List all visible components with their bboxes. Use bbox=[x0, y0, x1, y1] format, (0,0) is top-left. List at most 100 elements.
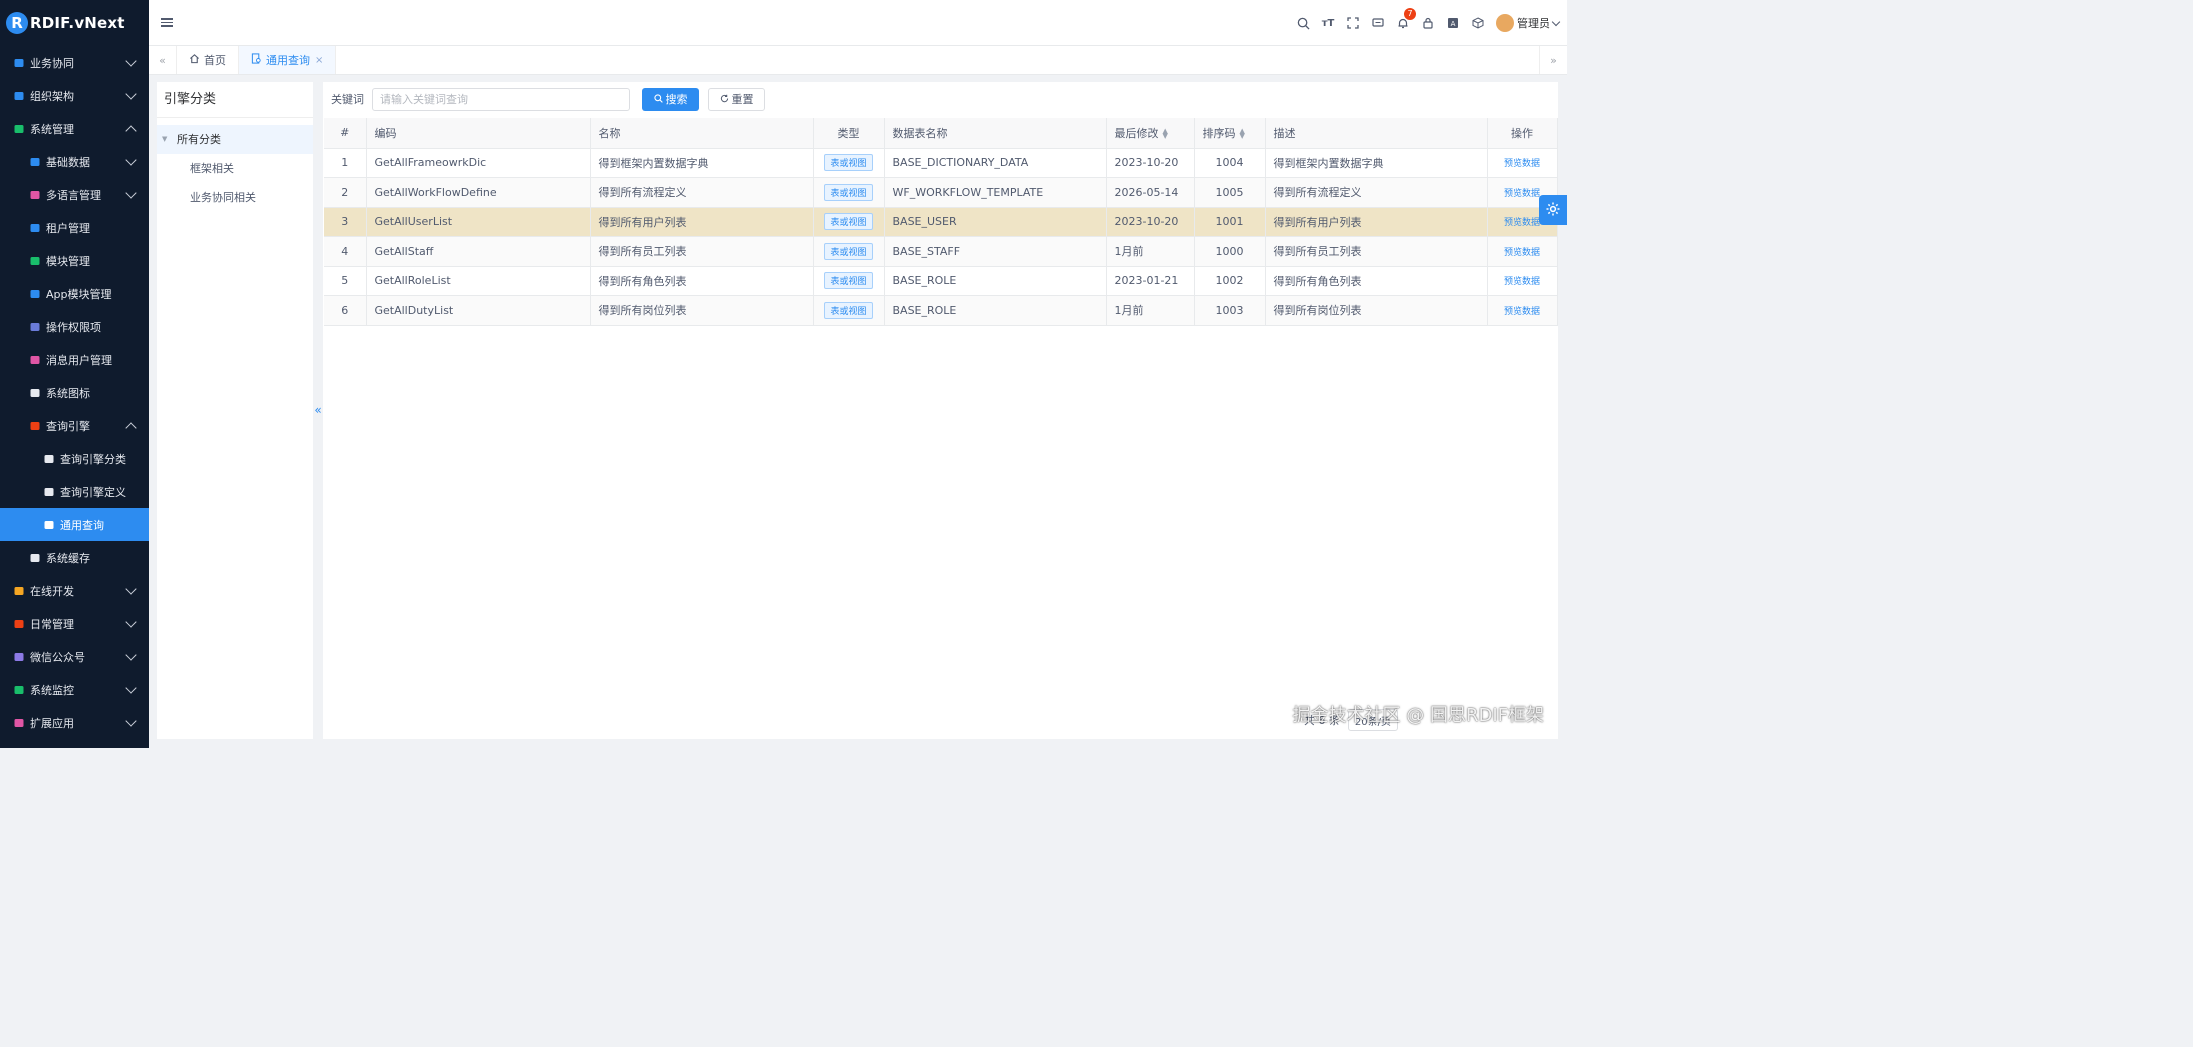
tree-node-business[interactable]: 业务协同相关 bbox=[157, 183, 313, 212]
sidebar-item-label: 系统管理 bbox=[30, 122, 74, 136]
sidebar-item[interactable]: 操作权限项 bbox=[0, 310, 149, 343]
cell-desc: 得到所有用户列表 bbox=[1265, 207, 1488, 237]
cell-table: BASE_DICTIONARY_DATA bbox=[884, 148, 1107, 178]
sidebar-item[interactable]: App模块管理 bbox=[0, 277, 149, 310]
cell-code: GetAllDutyList bbox=[366, 295, 591, 326]
cell-modified: 2023-10-20 bbox=[1106, 148, 1195, 178]
tabs-scroll-left-icon[interactable]: « bbox=[149, 46, 177, 74]
tenant-icon bbox=[28, 221, 41, 234]
search-icon[interactable] bbox=[1296, 16, 1310, 30]
sidebar-item[interactable]: 消息用户管理 bbox=[0, 343, 149, 376]
tree-node-all[interactable]: ▼ 所有分类 bbox=[157, 125, 313, 154]
sidebar-item[interactable]: 租户管理 bbox=[0, 211, 149, 244]
chevron-down-icon[interactable] bbox=[125, 714, 137, 727]
watermark-text: 掘金技术社区 @ 国思RDIF框架 bbox=[1292, 705, 1544, 726]
table-row[interactable]: 4 GetAllStaff 得到所有员工列表 表或视图 BASE_STAFF 1月前 100… bbox=[324, 236, 1558, 267]
sidebar-item[interactable]: 系统管理 bbox=[0, 112, 149, 145]
sidebar-item[interactable]: 系统监控 bbox=[0, 673, 149, 706]
sidebar-item-label: 组织架构 bbox=[30, 89, 74, 103]
cell-no: 3 bbox=[324, 207, 367, 237]
sidebar-item[interactable]: 查询引擎分类 bbox=[0, 442, 149, 475]
tab-home[interactable]: 首页 bbox=[177, 46, 239, 74]
tabs-bar: « 首页 通用查询 × » bbox=[149, 46, 1567, 75]
translate-icon[interactable]: A bbox=[1446, 16, 1460, 30]
app-logo[interactable]: R RDIF.vNext bbox=[0, 0, 149, 46]
preview-data-link[interactable]: 预览数据 bbox=[1504, 189, 1540, 199]
cell-name: 得到所有角色列表 bbox=[590, 266, 814, 296]
flask-icon bbox=[42, 485, 55, 498]
sidebar-item[interactable]: 日常管理 bbox=[0, 607, 149, 640]
sidebar-item[interactable]: 通用查询 bbox=[0, 508, 149, 541]
close-icon[interactable]: × bbox=[315, 55, 323, 66]
column-header-name: 名称 bbox=[590, 118, 814, 149]
table-row[interactable]: 1 GetAllFrameowrkDic 得到框架内置数据字典 表或视图 BASE_DI… bbox=[324, 148, 1558, 178]
sidebar-item[interactable]: 基础数据 bbox=[0, 145, 149, 178]
tree-node-framework[interactable]: 框架相关 bbox=[157, 154, 313, 183]
cube-icon[interactable] bbox=[1471, 16, 1485, 30]
sidebar-item-label: 微信公众号 bbox=[30, 650, 85, 664]
chevron-down-icon[interactable] bbox=[125, 681, 137, 694]
cell-desc: 得到所有岗位列表 bbox=[1265, 295, 1488, 326]
tab-general-query[interactable]: 通用查询 × bbox=[239, 46, 337, 74]
chevron-down-icon[interactable] bbox=[125, 87, 137, 100]
table-row[interactable]: 3 GetAllUserList 得到所有用户列表 表或视图 BASE_USER 2023… bbox=[324, 207, 1558, 237]
search-button[interactable]: 搜索 bbox=[642, 87, 699, 111]
chevron-down-icon[interactable] bbox=[125, 186, 137, 199]
lock-icon[interactable] bbox=[1421, 16, 1435, 30]
bell-icon[interactable]: 7 bbox=[1396, 8, 1416, 30]
column-header-table-name: 数据表名称 bbox=[884, 118, 1107, 149]
column-header-desc: 描述 bbox=[1265, 118, 1488, 149]
cell-sort: 1000 bbox=[1194, 236, 1266, 267]
cell-table: BASE_ROLE bbox=[884, 266, 1107, 296]
chevron-up-icon[interactable] bbox=[125, 124, 137, 137]
menu-toggle-icon[interactable] bbox=[161, 16, 173, 29]
cell-name: 得到框架内置数据字典 bbox=[590, 148, 814, 178]
sidebar-item[interactable]: 在线开发 bbox=[0, 574, 149, 607]
cell-op: 预览数据 bbox=[1487, 266, 1558, 296]
font-size-icon[interactable]: тT bbox=[1321, 16, 1335, 30]
cell-type: 表或视图 bbox=[813, 295, 885, 326]
column-header-sort[interactable]: 排序码 ▲ ▼ bbox=[1194, 118, 1266, 149]
sort-icon[interactable]: ▲ ▼ bbox=[1163, 127, 1168, 139]
tabs-scroll-right-icon[interactable]: » bbox=[1539, 46, 1567, 74]
chevron-down-icon[interactable] bbox=[125, 648, 137, 661]
settings-gear-button[interactable] bbox=[1539, 195, 1567, 225]
collapse-panel-icon[interactable]: « bbox=[313, 402, 323, 418]
preview-data-link[interactable]: 预览数据 bbox=[1504, 248, 1540, 258]
sidebar-item[interactable]: 微信公众号 bbox=[0, 640, 149, 673]
message-icon[interactable] bbox=[1371, 16, 1385, 30]
chevron-down-icon[interactable] bbox=[125, 153, 137, 166]
column-header-modified[interactable]: 最后修改 ▲ ▼ bbox=[1106, 118, 1195, 149]
tree-node-label: 所有分类 bbox=[177, 133, 221, 146]
sidebar-item[interactable]: 模块管理 bbox=[0, 244, 149, 277]
search-input[interactable] bbox=[372, 87, 630, 111]
cell-code: GetAllStaff bbox=[366, 236, 591, 267]
preview-data-link[interactable]: 预览数据 bbox=[1504, 277, 1540, 287]
reset-button[interactable]: 重置 bbox=[708, 87, 765, 111]
chevron-down-icon[interactable] bbox=[125, 54, 137, 67]
permission-icon bbox=[28, 320, 41, 333]
chevron-down-icon[interactable] bbox=[125, 582, 137, 595]
table-row[interactable]: 2 GetAllWorkFlowDefine 得到所有流程定义 表或视图 WF_WORK… bbox=[324, 177, 1558, 208]
sort-icon[interactable]: ▲ ▼ bbox=[1240, 127, 1245, 139]
sidebar-item[interactable]: 系统图标 bbox=[0, 376, 149, 409]
sidebar-item[interactable]: 查询引擎 bbox=[0, 409, 149, 442]
cell-op: 预览数据 bbox=[1487, 236, 1558, 267]
caret-down-icon[interactable]: ▼ bbox=[162, 125, 167, 154]
fullscreen-icon[interactable] bbox=[1346, 16, 1360, 30]
sidebar-item[interactable]: 组织架构 bbox=[0, 79, 149, 112]
sidebar-item[interactable]: 多语言管理 bbox=[0, 178, 149, 211]
chevron-down-icon[interactable] bbox=[125, 615, 137, 628]
sidebar-item[interactable]: 查询引擎定义 bbox=[0, 475, 149, 508]
sidebar-item[interactable]: 扩展应用 bbox=[0, 706, 149, 739]
column-header-label: 最后修改 bbox=[1114, 126, 1159, 140]
table-row[interactable]: 6 GetAllDutyList 得到所有岗位列表 表或视图 BASE_ROLE 1月前 1… bbox=[324, 295, 1558, 326]
table-row[interactable]: 5 GetAllRoleList 得到所有角色列表 表或视图 BASE_ROLE 2023… bbox=[324, 266, 1558, 296]
user-menu[interactable]: 管理员 bbox=[1496, 14, 1561, 32]
preview-data-link[interactable]: 预览数据 bbox=[1504, 159, 1540, 169]
sidebar-item[interactable]: 业务协同 bbox=[0, 46, 149, 79]
preview-data-link[interactable]: 预览数据 bbox=[1504, 307, 1540, 317]
preview-data-link[interactable]: 预览数据 bbox=[1504, 218, 1540, 228]
chevron-up-icon[interactable] bbox=[125, 421, 137, 434]
sidebar-item[interactable]: 系统缓存 bbox=[0, 541, 149, 574]
